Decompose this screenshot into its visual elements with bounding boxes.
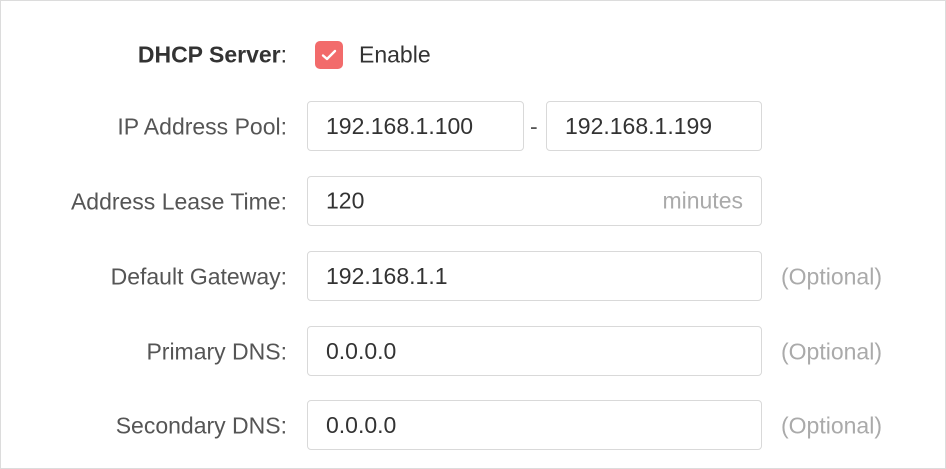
dhcp-server-label-colon: :	[280, 41, 287, 68]
address-lease-time-label: Address Lease Time:	[70, 188, 287, 215]
secondary-dns-input[interactable]	[307, 400, 762, 450]
lease-time-unit: minutes	[662, 187, 743, 214]
secondary-dns-optional-note: (Optional)	[781, 412, 882, 439]
address-lease-time-row: Address Lease Time: 120 minutes	[1, 176, 945, 228]
secondary-dns-row: Secondary DNS: (Optional)	[1, 400, 945, 452]
default-gateway-input[interactable]	[307, 251, 762, 301]
dhcp-settings-panel: DHCP Server: Enable IP Address Pool: - A…	[0, 0, 946, 469]
primary-dns-input[interactable]	[307, 326, 762, 376]
ip-pool-separator: -	[530, 113, 538, 140]
checkmark-icon	[321, 49, 337, 61]
lease-time-field[interactable]: 120 minutes	[307, 176, 762, 226]
dhcp-server-label: DHCP Server:	[138, 42, 287, 69]
dhcp-server-label-text: DHCP Server	[137, 41, 281, 68]
dhcp-enable-label[interactable]: Enable	[359, 42, 431, 69]
ip-address-pool-label: IP Address Pool:	[117, 113, 287, 140]
dhcp-server-row: DHCP Server: Enable	[1, 29, 945, 81]
default-gateway-row: Default Gateway: (Optional)	[1, 251, 945, 303]
primary-dns-label: Primary DNS:	[146, 338, 287, 365]
secondary-dns-label: Secondary DNS:	[115, 412, 287, 439]
ip-pool-start-input[interactable]	[307, 101, 524, 151]
lease-time-value[interactable]: 120	[326, 188, 364, 215]
primary-dns-row: Primary DNS: (Optional)	[1, 326, 945, 378]
ip-address-pool-row: IP Address Pool: -	[1, 101, 945, 153]
primary-dns-optional-note: (Optional)	[781, 338, 882, 365]
dhcp-enable-checkbox[interactable]	[315, 41, 343, 69]
default-gateway-label: Default Gateway:	[110, 263, 287, 290]
ip-pool-end-input[interactable]	[546, 101, 762, 151]
default-gateway-optional-note: (Optional)	[781, 263, 882, 290]
